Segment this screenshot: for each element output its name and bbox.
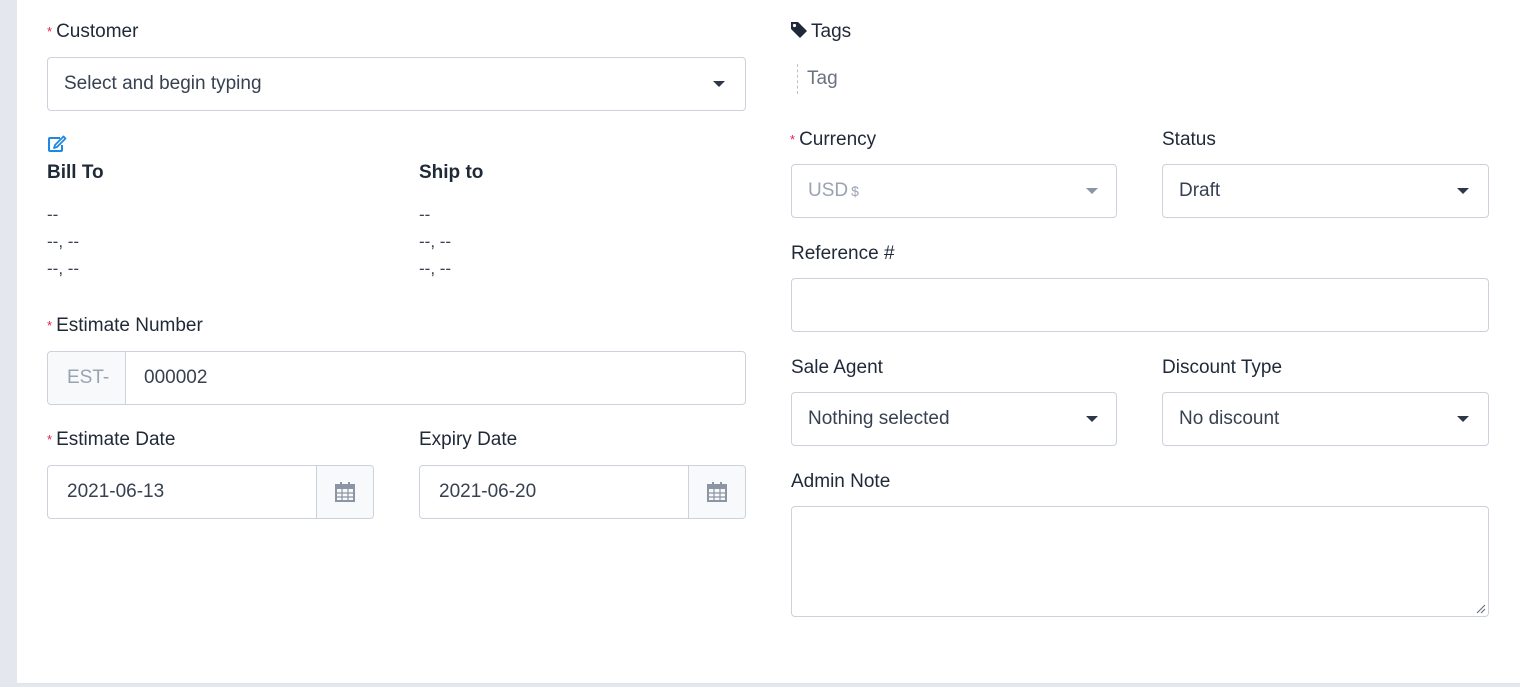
estimate-date-calendar-button[interactable]: [316, 466, 373, 518]
reference-input[interactable]: [791, 278, 1489, 332]
bill-to-line1: --: [47, 205, 59, 224]
sale-agent-select-value: Nothing selected: [808, 408, 950, 429]
ship-to-address: -- --, -- --, --: [419, 201, 451, 282]
calendar-icon: [335, 482, 355, 502]
tags-input-placeholder: Tag: [807, 68, 838, 89]
calendar-icon: [707, 482, 727, 502]
expiry-date-calendar-button[interactable]: [688, 466, 745, 518]
discount-type-select-value: No discount: [1179, 408, 1280, 429]
status-label: Status: [1162, 129, 1216, 150]
admin-note-textarea[interactable]: [791, 506, 1489, 617]
currency-select[interactable]: USD $: [791, 164, 1117, 218]
customer-select-placeholder: Select and begin typing: [64, 73, 262, 94]
expiry-date-field[interactable]: 2021-06-20: [419, 465, 746, 519]
tag-icon: [791, 22, 807, 38]
sale-agent-label: Sale Agent: [791, 357, 883, 378]
ship-to-line1: --: [419, 205, 431, 224]
edit-icon[interactable]: [47, 135, 67, 158]
ship-to-line2: --, --: [419, 232, 452, 251]
chevron-down-icon: [1457, 188, 1469, 194]
customer-select[interactable]: Select and begin typing: [47, 57, 746, 111]
admin-note-label: Admin Note: [791, 471, 891, 492]
bill-to-line2: --, --: [47, 232, 80, 251]
estimate-date-label: * Estimate Date: [47, 429, 176, 450]
required-marker: *: [47, 24, 53, 39]
sale-agent-select[interactable]: Nothing selected: [791, 392, 1117, 446]
estimate-date-field[interactable]: 2021-06-13: [47, 465, 374, 519]
estimate-date-value[interactable]: 2021-06-13: [67, 481, 164, 503]
tags-input[interactable]: Tag: [797, 64, 997, 94]
chevron-down-icon: [1457, 416, 1469, 422]
bill-to-heading: Bill To: [47, 162, 104, 183]
reference-label: Reference #: [791, 243, 895, 264]
estimate-prefix: EST-: [67, 367, 110, 388]
chevron-down-icon: [1086, 416, 1098, 422]
discount-type-select[interactable]: No discount: [1162, 392, 1489, 446]
expiry-date-value[interactable]: 2021-06-20: [439, 481, 536, 503]
currency-label: * Currency: [790, 129, 877, 150]
estimate-number-field[interactable]: EST- 000002: [47, 351, 746, 405]
required-marker: *: [47, 432, 53, 447]
customer-label: * Customer: [47, 21, 139, 42]
chevron-down-icon: [1086, 188, 1098, 194]
resize-grip-icon[interactable]: [1474, 602, 1486, 614]
estimate-number-label: * Estimate Number: [47, 315, 203, 336]
ship-to-line3: --, --: [419, 259, 452, 278]
status-select[interactable]: Draft: [1162, 164, 1489, 218]
bill-to-address: -- --, -- --, --: [47, 201, 79, 282]
status-select-value: Draft: [1179, 180, 1221, 201]
estimate-prefix-addon: EST-: [48, 352, 126, 404]
currency-symbol: $: [851, 183, 859, 199]
required-marker: *: [790, 132, 796, 147]
ship-to-heading: Ship to: [419, 162, 484, 183]
bill-to-line3: --, --: [47, 259, 80, 278]
discount-type-label: Discount Type: [1162, 357, 1283, 378]
estimate-number-value[interactable]: 000002: [144, 367, 207, 389]
expiry-date-label: Expiry Date: [419, 429, 518, 450]
tags-label: Tags: [790, 21, 851, 43]
chevron-down-icon: [713, 81, 725, 87]
required-marker: *: [47, 318, 53, 333]
currency-select-value: USD $: [808, 180, 859, 201]
